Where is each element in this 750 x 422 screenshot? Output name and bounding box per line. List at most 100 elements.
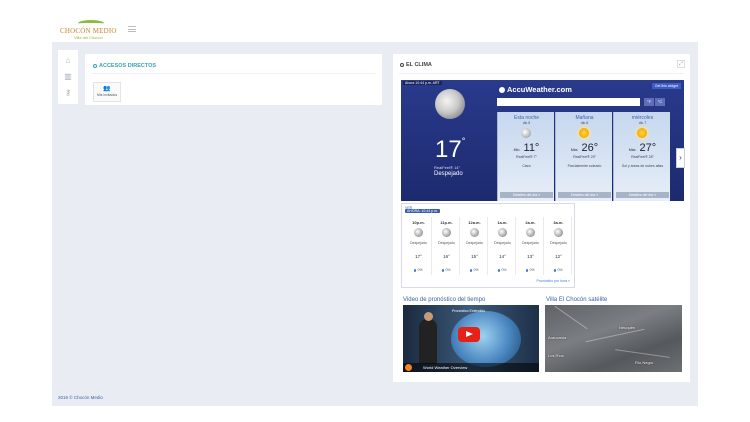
- forecast-tomorrow[interactable]: Mañana dic 6 Máx. 26° RealFeel® 29° Parc…: [555, 112, 612, 201]
- hourly-rain: 0%: [461, 268, 488, 272]
- hourly-rain: 0%: [433, 268, 460, 272]
- hourly-rain-value: 0%: [557, 268, 563, 272]
- presenter-image: [419, 312, 437, 364]
- forecast-day: dic 7: [638, 121, 647, 125]
- logo-subtitle: Villa del Chocón: [74, 35, 103, 40]
- accuweather-logo[interactable]: AccuWeather.com: [499, 85, 572, 94]
- accuweather-sun-icon: [405, 364, 412, 371]
- moon-icon: [526, 228, 535, 237]
- hourly-time: 12a.m.: [468, 220, 481, 225]
- unit-f-button[interactable]: °F: [644, 98, 654, 106]
- get-widget-button[interactable]: Get this widget: [651, 83, 681, 89]
- hourly-temp: 16°: [443, 254, 450, 259]
- forecast-details-button[interactable]: Detalles del día »: [558, 192, 611, 198]
- hourly-rain: 0%: [545, 268, 572, 272]
- divider: [399, 73, 684, 74]
- moon-icon: [498, 228, 507, 237]
- top-bar: CHOCÓN MEDIO Villa del Chocón: [0, 0, 750, 42]
- map-border-line: [585, 328, 645, 343]
- hourly-rain: 0%: [489, 268, 516, 272]
- forecast-desc: Parcialmente soleado: [567, 164, 602, 168]
- forecast-details-button[interactable]: Detalles del día »: [616, 192, 669, 198]
- hourly-temp: 12°: [555, 254, 562, 259]
- side-nav: ⌂ ▥ ⚷: [58, 50, 78, 104]
- hourly-item[interactable]: 1a.m. Despejado 14° 0%: [489, 217, 516, 275]
- hourly-rain: 0%: [517, 268, 544, 272]
- hourly-now-badge: AHORA: 10:44 p.m.: [405, 209, 440, 213]
- accuweather-widget: Ahora 10:44 p.m. ART 17° RealFeel® 14° D…: [401, 80, 684, 201]
- hourly-condition: Despejado: [438, 241, 455, 245]
- current-temp: 17°: [435, 136, 466, 163]
- shortcuts-panel: ACCESOS DIRECTOS 👥 Mis invitados: [85, 54, 382, 105]
- logo-text: CHOCÓN MEDIO: [60, 27, 117, 35]
- forecast-tonight[interactable]: Esta noche dic 5 Mín. 11° RealFeel® 7° C…: [497, 112, 554, 201]
- map-border-line: [615, 349, 670, 358]
- hourly-condition: Despejado: [494, 241, 511, 245]
- hourly-item[interactable]: 12a.m. Despejado 15° 0%: [461, 217, 488, 275]
- hourly-more-link[interactable]: Pronóstico por hora »: [537, 279, 570, 283]
- shortcut-label: Mis invitados: [96, 93, 118, 97]
- hourly-rain-value: 0%: [417, 268, 423, 272]
- location-search-input[interactable]: [497, 98, 640, 106]
- logo-leaf-icon: [78, 20, 104, 27]
- forecast-wednesday[interactable]: miércoles dic 7 Máx. 27° RealFeel® 28° S…: [613, 112, 670, 201]
- forecast-details-button[interactable]: Detalles del día »: [500, 192, 553, 198]
- key-icon[interactable]: ⚷: [63, 88, 73, 98]
- forecast-temp: Máx. 27°: [614, 142, 671, 154]
- current-temp-value: 17: [435, 136, 462, 163]
- shortcut-tile-guests[interactable]: 👥 Mis invitados: [93, 82, 121, 102]
- shortcuts-title-text: ACCESOS DIRECTOS: [99, 63, 157, 69]
- satellite-title[interactable]: Villa El Chocón satélite: [546, 297, 607, 303]
- video-bar: World Weather Overview: [403, 363, 539, 372]
- home-icon[interactable]: ⌂: [63, 56, 73, 66]
- sun-icon: [579, 128, 589, 138]
- building-icon[interactable]: ▥: [63, 72, 73, 82]
- sun-icon: [637, 128, 647, 138]
- unit-c-button[interactable]: °C: [655, 98, 665, 106]
- play-button-icon[interactable]: [458, 327, 480, 342]
- hourly-condition: Despejado: [550, 241, 567, 245]
- current-realfeel: RealFeel® 14°: [434, 165, 461, 170]
- hourly-item[interactable]: 2a.m. Despejado 13° 0%: [517, 217, 544, 275]
- hourly-rain-value: 0%: [473, 268, 479, 272]
- hourly-condition: Despejado: [410, 241, 427, 245]
- hourly-item[interactable]: 10p.m. Despejado 17° 0%: [405, 217, 432, 275]
- map-label: Araucanía: [548, 335, 567, 340]
- hourly-time: 11p.m.: [440, 220, 453, 225]
- moon-icon: [554, 228, 563, 237]
- footer-copyright: 2016 © Chocón Medio: [58, 395, 103, 400]
- forecast-day: dic 5: [522, 121, 531, 125]
- chevron-right-icon[interactable]: ›: [676, 148, 685, 168]
- forecast-desc: Claro: [522, 164, 531, 168]
- hourly-condition: Despejado: [522, 241, 539, 245]
- hourly-forecast: VER AHORA: 10:44 p.m. 10p.m. Despejado 17°…: [401, 203, 575, 288]
- forecast-temp: Máx. 26°: [556, 142, 613, 154]
- expand-icon[interactable]: ⤢: [677, 60, 685, 68]
- forecast-temp-prefix: Mín.: [513, 148, 521, 152]
- hourly-item[interactable]: 11p.m. Despejado 16° 0%: [433, 217, 460, 275]
- forecast-temp-prefix: Máx.: [628, 148, 637, 152]
- menu-toggle-icon[interactable]: [128, 26, 136, 32]
- forecast-temp-value: 27°: [639, 142, 657, 154]
- users-icon: 👥: [103, 86, 111, 92]
- hourly-temp: 15°: [471, 254, 478, 259]
- video-name: World Weather Overview: [423, 365, 468, 370]
- moon-icon: [414, 228, 423, 237]
- video-title[interactable]: Video de pronóstico del tiempo: [403, 297, 485, 303]
- map-border-line: [554, 305, 588, 330]
- hourly-rain-value: 0%: [529, 268, 535, 272]
- forecast-desc: Sol y áreas de nubes altas: [621, 164, 664, 168]
- hourly-item[interactable]: 3a.m. Despejado 12° 0%: [545, 217, 572, 275]
- forecast-realfeel: RealFeel® 7°: [516, 155, 537, 159]
- forecast-temp-value: 26°: [581, 142, 599, 154]
- hourly-rain: 0%: [405, 268, 432, 272]
- logo[interactable]: CHOCÓN MEDIO Villa del Chocón: [60, 20, 116, 40]
- forecast-video[interactable]: Pronóstico Extendido World Weather Overv…: [403, 305, 539, 372]
- shortcuts-title: ACCESOS DIRECTOS: [93, 63, 156, 69]
- satellite-map[interactable]: Neuquén Araucanía Río Negro Los Ríos: [545, 305, 682, 372]
- hourly-time: 1a.m.: [497, 220, 508, 225]
- hourly-rain-value: 0%: [445, 268, 451, 272]
- moon-icon: [442, 228, 451, 237]
- sun-logo-icon: [499, 87, 505, 93]
- moon-icon: [435, 89, 465, 119]
